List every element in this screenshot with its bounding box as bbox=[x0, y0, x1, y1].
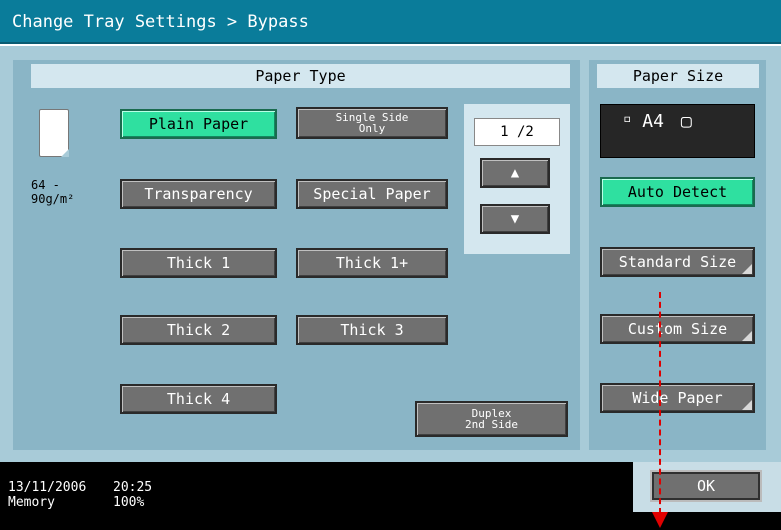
thick-2-button[interactable]: Thick 2 bbox=[120, 315, 277, 345]
paper-icon bbox=[39, 109, 69, 157]
annotation-arrow-icon bbox=[652, 512, 668, 528]
page-down-button[interactable]: ▼ bbox=[480, 204, 550, 234]
paper-size-header: Paper Size bbox=[597, 64, 759, 88]
arrow-down-icon: ▼ bbox=[510, 211, 520, 227]
submenu-corner-icon bbox=[742, 400, 752, 410]
ok-button[interactable]: OK bbox=[650, 470, 762, 502]
annotation-dashed-line bbox=[659, 292, 661, 514]
custom-size-label: Custom Size bbox=[627, 320, 728, 338]
page-indicator: 1 /2 bbox=[474, 118, 560, 146]
memory-label: Memory bbox=[8, 495, 55, 510]
paper-weight-range: 64 - bbox=[31, 178, 60, 192]
page-up-button[interactable]: ▲ bbox=[480, 158, 550, 188]
current-paper-size: A4 bbox=[642, 111, 664, 132]
memory-value: 100% bbox=[113, 495, 145, 510]
thick-3-button[interactable]: Thick 3 bbox=[296, 315, 448, 345]
current-paper-size-display: ▫ A4 ▢ bbox=[600, 104, 755, 158]
standard-size-label: Standard Size bbox=[618, 253, 737, 271]
single-side-only-button[interactable]: Single Side Only bbox=[296, 107, 448, 139]
paper-weight-unit: 90g/m² bbox=[31, 192, 75, 206]
duplex-2nd-side-button[interactable]: Duplex 2nd Side bbox=[415, 401, 568, 437]
transparency-button[interactable]: Transparency bbox=[120, 179, 277, 209]
plain-paper-button[interactable]: Plain Paper bbox=[120, 109, 277, 139]
paper-small-icon: ▫ bbox=[623, 111, 632, 127]
status-date: 13/11/2006 bbox=[8, 480, 87, 495]
special-paper-button[interactable]: Special Paper bbox=[296, 179, 448, 209]
thick-1-button[interactable]: Thick 1 bbox=[120, 248, 277, 278]
only-label: Only bbox=[358, 122, 386, 135]
auto-detect-button[interactable]: Auto Detect bbox=[600, 177, 755, 207]
arrow-up-icon: ▲ bbox=[510, 165, 520, 181]
submenu-corner-icon bbox=[742, 264, 752, 274]
paper-orientation-icon: ▢ bbox=[680, 111, 692, 132]
paper-weight: 64 - 90g/m² bbox=[31, 178, 91, 206]
thick-4-button[interactable]: Thick 4 bbox=[120, 384, 277, 414]
paper-type-header: Paper Type bbox=[31, 64, 570, 88]
wide-paper-button[interactable]: Wide Paper bbox=[600, 383, 755, 413]
2nd-side-label: 2nd Side bbox=[465, 418, 518, 431]
standard-size-button[interactable]: Standard Size bbox=[600, 247, 755, 277]
window-title: Change Tray Settings > Bypass bbox=[0, 0, 781, 44]
status-time: 20:25 bbox=[113, 480, 153, 495]
main-area: Paper Type 64 - 90g/m² Plain Paper Singl… bbox=[0, 46, 781, 462]
submenu-corner-icon bbox=[742, 331, 752, 341]
custom-size-button[interactable]: Custom Size bbox=[600, 314, 755, 344]
thick-1-plus-button[interactable]: Thick 1+ bbox=[296, 248, 448, 278]
wide-paper-label: Wide Paper bbox=[632, 389, 723, 407]
